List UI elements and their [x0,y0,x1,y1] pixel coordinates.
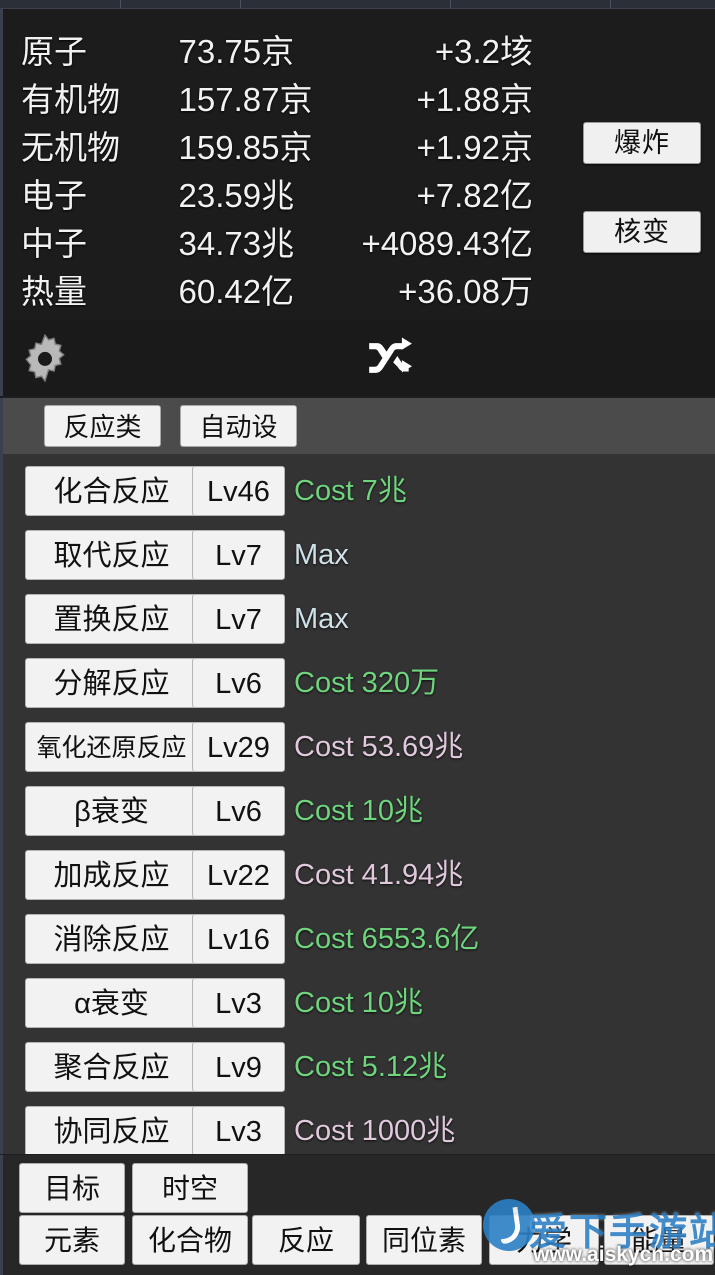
resource-value: 34.73兆 [179,217,362,265]
nav-button[interactable]: 时空 [132,1163,248,1213]
reaction-name-button[interactable]: 分解反应 [25,658,198,708]
reaction-level-button[interactable]: Lv3 [192,1106,285,1154]
reaction-row: 聚合反应Lv9Cost 5.12兆 [3,1042,715,1101]
tab-auto-settings[interactable]: 自动设置 [180,405,297,447]
resource-value: 159.85京 [179,121,362,169]
reaction-name-button[interactable]: 聚合反应 [25,1042,198,1092]
resource-value: 157.87京 [179,73,362,121]
resource-name: 原子 [21,25,179,73]
resource-row: 热量60.42亿+36.08万 [21,265,551,313]
resource-row: 中子34.73兆+4089.43亿 [21,217,551,265]
reaction-row: 加成反应Lv22Cost 41.94兆 [3,850,715,909]
resource-name: 电子 [21,169,179,217]
resource-value: 23.59兆 [179,169,362,217]
reaction-level-button[interactable]: Lv3 [192,978,285,1028]
bottom-navigation: 目标时空 元素化合物反应同位素力学能量 爱下手游站 www.aiskycn.co… [0,1155,715,1275]
reaction-name-button[interactable]: α衰变 [25,978,198,1028]
reaction-cost-label: Max [294,594,349,644]
reaction-name-button[interactable]: 取代反应 [25,530,198,580]
reaction-cost-label: Cost 10兆 [294,978,423,1028]
gear-icon[interactable] [17,330,73,386]
resource-table: 原子73.75京+3.2垓有机物157.87京+1.88京无机物159.85京+… [21,25,551,313]
reaction-row: 取代反应Lv7Max [3,530,715,589]
reaction-row: 化合反应Lv46Cost 7兆 [3,466,715,525]
shuffle-icon[interactable] [363,334,419,382]
nav-button[interactable]: 力学 [489,1215,599,1265]
reaction-level-button[interactable]: Lv22 [192,850,285,900]
resource-name: 无机物 [21,121,179,169]
reaction-level-button[interactable]: Lv6 [192,658,285,708]
reaction-cost-label: Cost 6553.6亿 [294,914,479,964]
reaction-cost-label: Cost 7兆 [294,466,407,516]
resource-rate: +4089.43亿 [361,217,551,265]
resource-rate: +7.82亿 [361,169,551,217]
reaction-cost-label: Max [294,530,349,580]
nav-button[interactable]: 反应 [252,1215,360,1265]
resource-name: 热量 [21,265,179,313]
resource-value: 73.75京 [179,25,362,73]
nav-button[interactable]: 目标 [19,1163,125,1213]
reaction-level-button[interactable]: Lv9 [192,1042,285,1092]
reaction-cost-label: Cost 1000兆 [294,1106,455,1154]
reaction-row: 协同反应Lv3Cost 1000兆 [3,1106,715,1154]
reaction-list: 化合反应Lv46Cost 7兆取代反应Lv7Max置换反应Lv7Max分解反应L… [0,454,715,1154]
reaction-cost-label: Cost 320万 [294,658,439,708]
reaction-row: 分解反应Lv6Cost 320万 [3,658,715,717]
icon-toolbar [0,320,715,396]
nav-row-primary: 目标时空 [3,1163,715,1213]
tab-strip: 反应类型 自动设置 [0,398,715,454]
resource-row: 电子23.59兆+7.82亿 [21,169,551,217]
nav-button[interactable]: 元素 [19,1215,125,1265]
nuclear-change-button[interactable]: 核变 [583,211,701,253]
reaction-cost-label: Cost 41.94兆 [294,850,463,900]
app-root: 原子73.75京+3.2垓有机物157.87京+1.88京无机物159.85京+… [0,0,715,1275]
reaction-row: α衰变Lv3Cost 10兆 [3,978,715,1037]
resource-value: 60.42亿 [179,265,362,313]
nav-row-secondary: 元素化合物反应同位素力学能量 [3,1215,715,1265]
reaction-name-button[interactable]: 消除反应 [25,914,198,964]
reaction-cost-label: Cost 53.69兆 [294,722,463,772]
reaction-name-button[interactable]: 置换反应 [25,594,198,644]
resource-rate: +3.2垓 [361,25,551,73]
reaction-level-button[interactable]: Lv7 [192,594,285,644]
reaction-name-button[interactable]: 加成反应 [25,850,198,900]
resource-panel: 原子73.75京+3.2垓有机物157.87京+1.88京无机物159.85京+… [0,9,715,320]
tab-reaction-type[interactable]: 反应类型 [44,405,161,447]
reaction-level-button[interactable]: Lv16 [192,914,285,964]
reaction-level-button[interactable]: Lv6 [192,786,285,836]
nav-button[interactable]: 能量 [604,1215,714,1265]
system-status-bar [0,0,715,9]
reaction-row: 消除反应Lv16Cost 6553.6亿 [3,914,715,973]
nav-button[interactable]: 同位素 [366,1215,482,1265]
resource-row: 原子73.75京+3.2垓 [21,25,551,73]
reaction-cost-label: Cost 5.12兆 [294,1042,447,1092]
reaction-row: β衰变Lv6Cost 10兆 [3,786,715,845]
reaction-name-button[interactable]: 协同反应 [25,1106,198,1154]
reaction-name-button[interactable]: 化合反应 [25,466,198,516]
resource-rate: +1.92京 [361,121,551,169]
resource-name: 中子 [21,217,179,265]
resource-name: 有机物 [21,73,179,121]
reaction-level-button[interactable]: Lv46 [192,466,285,516]
reaction-row: 氧化还原反应Lv29Cost 53.69兆 [3,722,715,781]
reaction-level-button[interactable]: Lv7 [192,530,285,580]
reaction-cost-label: Cost 10兆 [294,786,423,836]
reaction-level-button[interactable]: Lv29 [192,722,285,772]
reaction-name-button[interactable]: 氧化还原反应 [25,722,198,772]
nav-button[interactable]: 化合物 [132,1215,248,1265]
reaction-name-button[interactable]: β衰变 [25,786,198,836]
reaction-row: 置换反应Lv7Max [3,594,715,653]
resource-row: 无机物159.85京+1.92京 [21,121,551,169]
resource-rate: +36.08万 [361,265,551,313]
resource-rate: +1.88京 [361,73,551,121]
resource-row: 有机物157.87京+1.88京 [21,73,551,121]
explode-button[interactable]: 爆炸 [583,122,701,164]
